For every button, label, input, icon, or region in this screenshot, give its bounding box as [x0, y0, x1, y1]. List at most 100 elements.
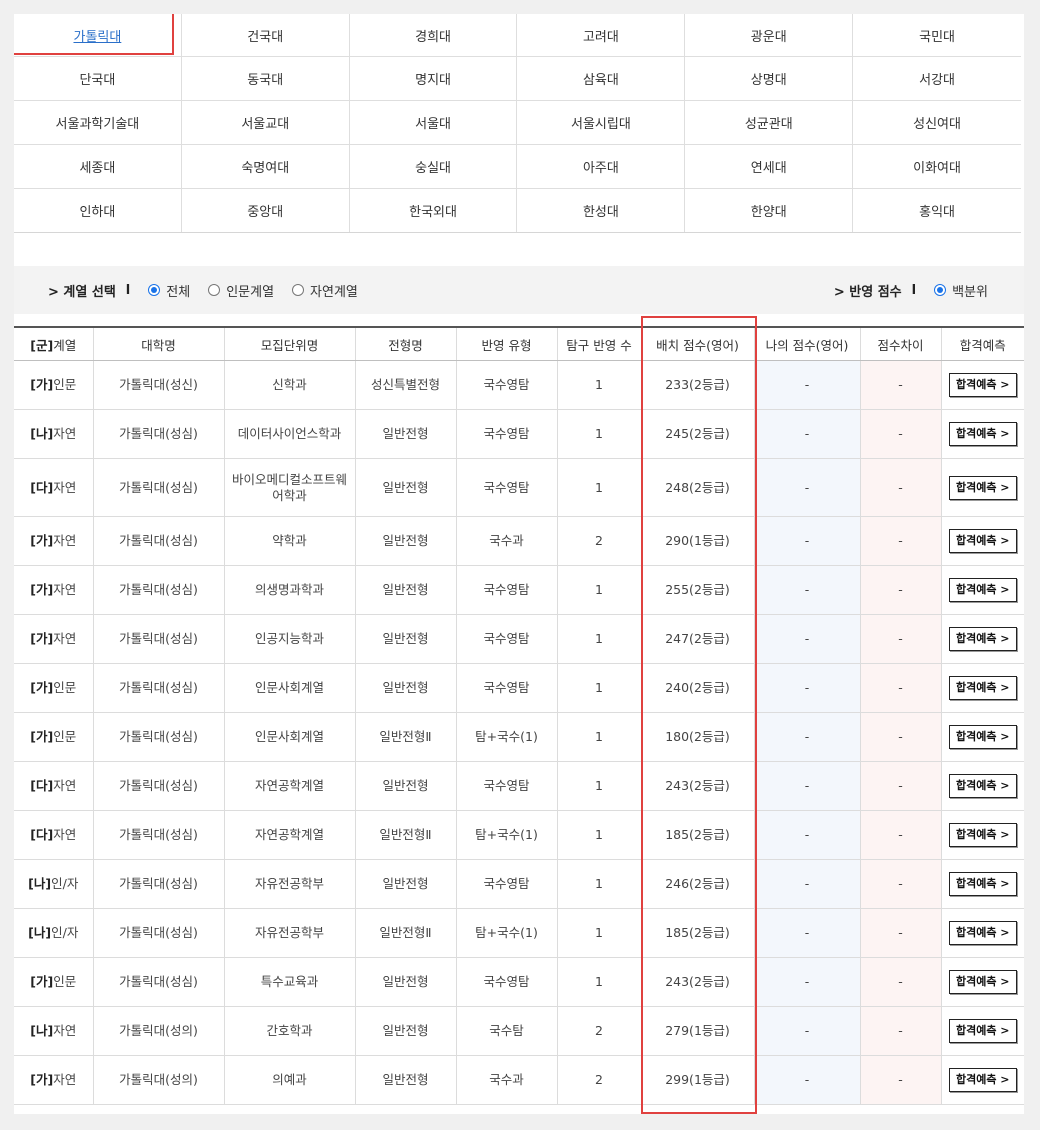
predict-button[interactable]: 합격예측 > — [948, 1068, 1017, 1092]
category-radio-option[interactable]: 전체 — [148, 281, 190, 300]
cell-my-score: - — [753, 859, 860, 909]
group-label: [가] — [30, 582, 54, 597]
university-link[interactable]: 고려대 — [517, 14, 686, 56]
university-link[interactable]: 광운대 — [685, 14, 854, 56]
university-link[interactable]: 삼육대 — [517, 56, 686, 100]
cell-diff: - — [859, 908, 941, 958]
university-link[interactable]: 동국대 — [181, 56, 350, 100]
university-link[interactable]: 이화여대 — [853, 144, 1021, 188]
university-link[interactable]: 연세대 — [685, 144, 854, 188]
radio-button-icon[interactable] — [292, 284, 305, 296]
university-link[interactable]: 서울시립대 — [517, 100, 686, 144]
cell-my-score: - — [753, 614, 860, 664]
category-radio-label: 인문계열 — [226, 284, 275, 300]
cell-unit: 자유전공학부 — [223, 908, 355, 958]
cell-admission: 성신특별전형 — [354, 360, 456, 410]
field-label: 자연 — [53, 479, 77, 495]
university-link[interactable]: 숭실대 — [349, 144, 518, 188]
predict-button[interactable]: 합격예측 > — [948, 1019, 1017, 1043]
university-link[interactable]: 세종대 — [14, 144, 182, 188]
cell-type: 국수영탐 — [455, 360, 557, 410]
cell-inquiry: 2 — [556, 516, 641, 566]
category-radio-option[interactable]: 자연계열 — [292, 281, 358, 300]
university-link[interactable]: 성균관대 — [685, 100, 854, 144]
table-row: [나]인/자 가톨릭대(성심) 자유전공학부 일반전형 국수영탐 1 246(2등급) - - 합… — [14, 859, 1024, 909]
score-filter-label: > 반영 점수 — [833, 284, 902, 300]
predict-button[interactable]: 합격예측 > — [948, 529, 1017, 553]
category-radio-label: 자연계열 — [310, 284, 358, 300]
cell-type: 탐+국수(1) — [455, 908, 557, 958]
university-link[interactable]: 성신여대 — [853, 100, 1021, 144]
predict-button[interactable]: 합격예측 > — [948, 970, 1017, 994]
cell-inquiry: 1 — [556, 859, 641, 909]
university-link[interactable]: 가톨릭대 — [14, 14, 182, 56]
university-link[interactable]: 아주대 — [517, 144, 686, 188]
field-label: 자연 — [53, 426, 77, 441]
university-link[interactable]: 서울대 — [349, 100, 518, 144]
cell-admission: 일반전형Ⅱ — [354, 908, 456, 958]
radio-button-icon[interactable] — [148, 284, 161, 296]
score-filter-separator: l — [911, 282, 917, 298]
cell-admission: 일반전형 — [354, 957, 456, 1007]
university-link[interactable]: 경희대 — [350, 14, 518, 56]
university-link[interactable]: 홍익대 — [853, 188, 1021, 232]
predict-button[interactable]: 합격예측 > — [948, 373, 1017, 397]
university-link[interactable]: 숙명여대 — [181, 144, 350, 188]
cell-university: 가톨릭대(성심) — [92, 516, 224, 566]
predict-button[interactable]: 합격예측 > — [948, 774, 1017, 798]
table-row: [가]인문 가톨릭대(성심) 특수교육과 일반전형 국수영탐 1 243(2등급) - - 합격예… — [14, 957, 1024, 1007]
university-link[interactable]: 서강대 — [853, 56, 1021, 100]
predict-button[interactable]: 합격예측 > — [948, 725, 1017, 749]
university-link[interactable]: 단국대 — [14, 56, 182, 100]
cell-unit: 데이터사이언스학과 — [223, 409, 355, 459]
predict-button[interactable]: 합격예측 > — [948, 578, 1017, 602]
university-link[interactable]: 인하대 — [14, 188, 182, 232]
university-link[interactable]: 국민대 — [853, 14, 1021, 56]
predict-button[interactable]: 합격예측 > — [948, 921, 1017, 945]
header-group-suffix: 계열 — [53, 337, 77, 353]
cell-group: [나]인/자 — [14, 859, 93, 909]
cell-predict: 합격예측 > — [940, 810, 1024, 860]
cell-my-score: - — [753, 761, 860, 811]
cell-group: [가]자연 — [14, 614, 93, 664]
cell-university: 가톨릭대(성심) — [92, 908, 224, 958]
field-label: 자연 — [53, 1023, 77, 1038]
category-radio-option[interactable]: 인문계열 — [208, 281, 274, 300]
predict-button[interactable]: 합격예측 > — [948, 872, 1017, 896]
cell-predict: 합격예측 > — [940, 360, 1024, 410]
field-label: 자연 — [53, 827, 77, 842]
cell-admission: 일반전형 — [354, 1006, 456, 1056]
university-link[interactable]: 명지대 — [349, 56, 518, 100]
university-link[interactable]: 한성대 — [517, 188, 686, 232]
cell-admission: 일반전형 — [354, 565, 456, 615]
header-type: 반영 유형 — [455, 326, 557, 361]
cell-university: 가톨릭대(성심) — [92, 614, 224, 664]
predict-button[interactable]: 합격예측 > — [948, 627, 1017, 651]
predict-button[interactable]: 합격예측 > — [948, 676, 1017, 700]
university-link[interactable]: 건국대 — [182, 14, 350, 56]
cell-unit: 간호학과 — [223, 1006, 355, 1056]
predict-button[interactable]: 합격예측 > — [948, 422, 1017, 446]
cell-placement: 233(2등급) — [640, 360, 754, 410]
field-label: 자연 — [53, 631, 77, 646]
university-link[interactable]: 서울교대 — [181, 100, 350, 144]
header-diff: 점수차이 — [859, 326, 941, 361]
university-link[interactable]: 한국외대 — [349, 188, 518, 232]
field-label: 인문 — [53, 680, 77, 695]
university-link[interactable]: 한양대 — [685, 188, 854, 232]
cell-my-score: - — [753, 908, 860, 958]
radio-button-icon[interactable] — [208, 284, 221, 296]
radio-button-icon[interactable] — [934, 284, 947, 296]
header-unit: 모집단위명 — [223, 326, 355, 361]
score-radio-option[interactable]: 백분위 — [934, 281, 988, 300]
predict-button[interactable]: 합격예측 > — [948, 475, 1017, 500]
group-label: [다] — [30, 479, 54, 495]
predict-button[interactable]: 합격예측 > — [948, 823, 1017, 847]
university-link[interactable]: 서울과학기술대 — [14, 100, 182, 144]
table-row: [다]자연 가톨릭대(성심) 바이오메디컬소프트웨어학과 일반전형 국수영탐 1 248(2… — [14, 458, 1024, 517]
university-link[interactable]: 상명대 — [685, 56, 854, 100]
cell-diff: - — [859, 565, 941, 615]
cell-university: 가톨릭대(성심) — [92, 859, 224, 909]
cell-group: [나]자연 — [14, 409, 93, 459]
university-link[interactable]: 중앙대 — [181, 188, 350, 232]
